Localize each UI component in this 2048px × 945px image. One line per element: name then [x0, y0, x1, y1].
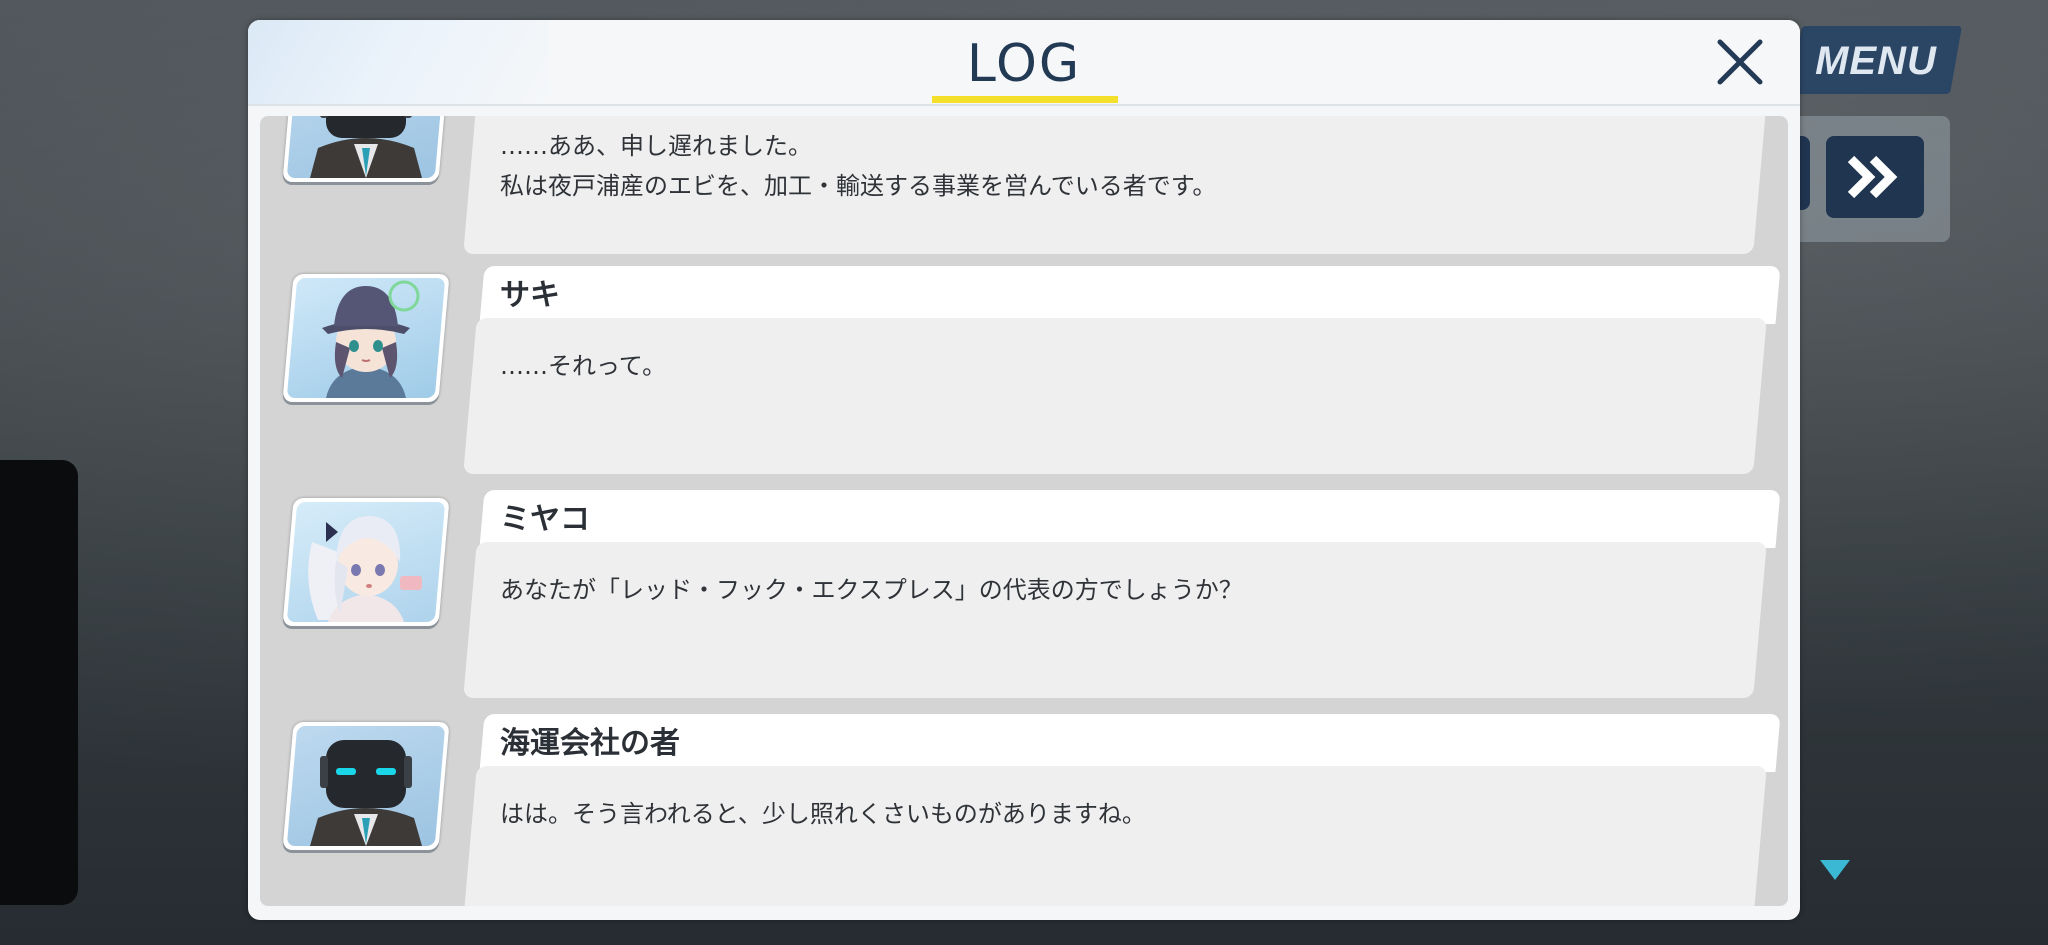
close-button[interactable] — [1710, 32, 1770, 92]
message-box — [463, 766, 1767, 906]
log-entry: サキ ……それって。 — [260, 266, 1788, 482]
log-title: LOG — [966, 34, 1082, 94]
speaker-name: 海運会社の者 — [500, 726, 680, 761]
message-line: はは。そう言われると、少し照れくさいものがありますね。 — [500, 800, 1146, 828]
fast-forward-button[interactable] — [1826, 136, 1924, 218]
title-underline — [932, 96, 1118, 103]
header-decoration — [248, 20, 548, 104]
message-box — [463, 542, 1767, 698]
double-chevron-right-icon — [1847, 155, 1898, 199]
robot-avatar-icon — [310, 740, 422, 846]
log-entry: ミヤコ あなたが「レッド・フック・エクスプレス」の代表の方でしょうか？ — [260, 490, 1788, 706]
menu-button-label[interactable]: MENU — [1806, 34, 1946, 88]
saki-avatar-icon — [322, 280, 420, 398]
log-list[interactable]: ……ああ、申し遅れました。 私は夜戸浦産のエビを、加工・輸送する事業を営んでいる… — [260, 116, 1788, 906]
close-icon — [1717, 39, 1763, 85]
log-window: LOG ……ああ、申し遅れました。 私は夜戸浦産のエビを、加工・輸送する事業を営… — [248, 20, 1800, 920]
log-entry: 海運会社の者 はは。そう言われると、少し照れくさいものがありますね。 — [260, 714, 1788, 906]
message-text: ……ああ、申し遅れました。 私は夜戸浦産のエビを、加工・輸送する事業を営んでいる… — [500, 126, 1720, 206]
log-header: LOG — [248, 20, 1800, 106]
speaker-name-bar — [479, 490, 1781, 548]
robot-avatar-icon — [310, 116, 422, 178]
message-line: ……ああ、申し遅れました。 — [500, 132, 812, 160]
message-text: あなたが「レッド・フック・エクスプレス」の代表の方でしょうか？ — [500, 570, 1720, 610]
speaker-name: ミヤコ — [500, 502, 590, 537]
message-line: あなたが「レッド・フック・エクスプレス」の代表の方でしょうか？ — [500, 576, 1243, 604]
message-text: ……それって。 — [500, 346, 1720, 386]
speaker-portrait — [282, 722, 450, 850]
speaker-portrait — [282, 116, 450, 182]
miyako-avatar-icon — [308, 516, 422, 622]
scroll-down-indicator — [1820, 860, 1850, 880]
speaker-portrait — [282, 274, 450, 402]
speaker-name-bar — [479, 266, 1781, 324]
speaker-name: サキ — [500, 278, 560, 313]
message-box — [463, 318, 1767, 474]
log-entry: ……ああ、申し遅れました。 私は夜戸浦産のエビを、加工・輸送する事業を営んでいる… — [260, 116, 1788, 262]
left-side-panel — [0, 460, 78, 905]
message-line: ……それって。 — [500, 352, 667, 380]
message-line: 私は夜戸浦産のエビを、加工・輸送する事業を営んでいる者です。 — [500, 172, 1217, 200]
message-text: はは。そう言われると、少し照れくさいものがありますね。 — [500, 794, 1720, 834]
speaker-portrait — [282, 498, 450, 626]
